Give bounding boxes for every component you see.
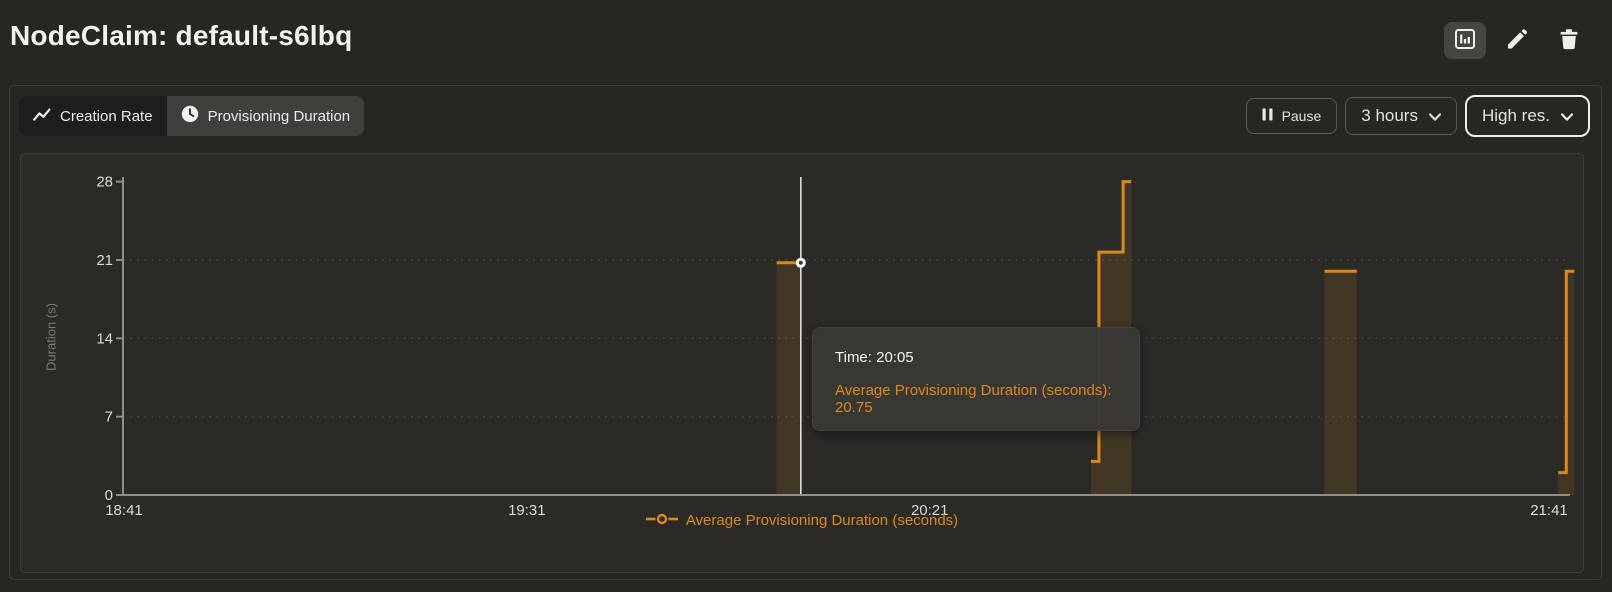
tab-label: Creation Rate: [60, 108, 153, 125]
time-range-value: 3 hours: [1361, 106, 1418, 126]
tooltip-value: Average Provisioning Duration (seconds):…: [835, 382, 1117, 416]
pause-icon: [1262, 108, 1273, 124]
clock-icon: [181, 105, 199, 127]
chart-tooltip: Time: 20:05 Average Provisioning Duratio…: [812, 327, 1140, 431]
trend-icon: [33, 107, 51, 126]
chart-panel: Creation Rate Provisioning Duration: [9, 85, 1602, 580]
chart-card: Duration (s) 0714212818:4119:3120:2121:4…: [20, 153, 1584, 573]
chart-controls: Pause 3 hours High res.: [1246, 95, 1590, 137]
svg-text:21: 21: [96, 252, 113, 269]
svg-text:14: 14: [96, 330, 113, 347]
toolbar: Creation Rate Provisioning Duration: [19, 94, 1590, 138]
resolution-value: High res.: [1482, 106, 1550, 126]
svg-text:28: 28: [96, 174, 113, 191]
bar-chart-icon: [1453, 27, 1477, 54]
legend-label: Average Provisioning Duration (seconds): [686, 512, 958, 529]
edit-button[interactable]: [1496, 22, 1538, 59]
chevron-down-icon: [1429, 106, 1441, 126]
tooltip-time: Time: 20:05: [835, 349, 1117, 366]
delete-button[interactable]: [1548, 22, 1590, 59]
pencil-icon: [1506, 28, 1528, 53]
legend-marker-icon: [646, 512, 678, 529]
header-actions: [1444, 22, 1590, 59]
trash-icon: [1558, 28, 1580, 53]
chart-view-button[interactable]: [1444, 22, 1486, 59]
pause-label: Pause: [1282, 108, 1322, 124]
chart-legend: Average Provisioning Duration (seconds): [21, 512, 1583, 529]
chart-svg[interactable]: 0714212818:4119:3120:2121:41: [21, 154, 1583, 572]
legend-item[interactable]: Average Provisioning Duration (seconds): [646, 512, 958, 529]
tab-provisioning-duration[interactable]: Provisioning Duration: [167, 96, 365, 136]
tab-group: Creation Rate Provisioning Duration: [19, 96, 364, 136]
chevron-down-icon: [1561, 106, 1573, 126]
pause-button[interactable]: Pause: [1246, 98, 1338, 134]
tab-label: Provisioning Duration: [208, 108, 351, 125]
resolution-select[interactable]: High res.: [1465, 95, 1590, 137]
page-title: NodeClaim: default-s6lbq: [10, 20, 352, 52]
tab-creation-rate[interactable]: Creation Rate: [19, 96, 167, 136]
svg-text:7: 7: [105, 409, 113, 426]
time-range-select[interactable]: 3 hours: [1345, 97, 1457, 135]
